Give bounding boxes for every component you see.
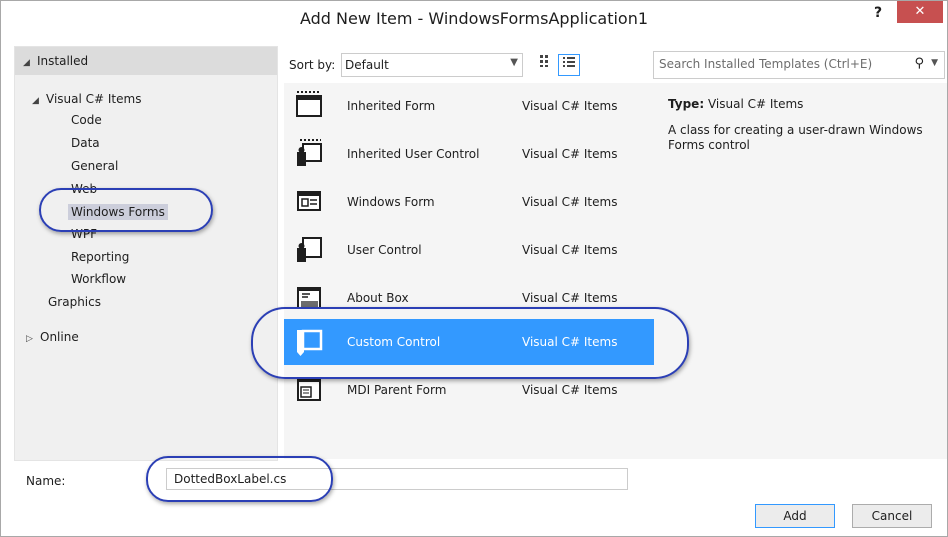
cancel-button[interactable]: Cancel [852,504,932,528]
installed-header[interactable]: ◢ Installed [15,47,277,75]
type-value: Visual C# Items [707,97,804,111]
tree-node-visual-csharp-items[interactable]: ◢ Visual C# Items [32,92,141,106]
search-options-chevron-icon[interactable]: ▼ [931,58,938,68]
template-category: Visual C# Items [522,291,618,305]
template-row-user-control[interactable]: User Control Visual C# Items [284,227,654,273]
template-name: Windows Form [347,195,435,209]
tree-node-workflow[interactable]: Workflow [71,272,126,286]
small-icons-view-icon[interactable] [536,54,556,74]
template-name: Inherited Form [347,99,436,113]
sort-value: Default [345,58,389,72]
close-button[interactable]: ✕ [897,1,943,23]
name-label: Name: [26,474,66,488]
dialog-title: Add New Item - WindowsFormsApplication1 [299,9,649,28]
sort-dropdown[interactable]: Default ▼ [341,53,523,77]
inherited-user-control-icon [297,139,322,166]
sort-toolbar: Sort by: Default ▼ [284,51,646,77]
callout-windows-forms [39,188,213,232]
template-name: User Control [347,243,422,257]
template-row-inherited-form[interactable]: Inherited Form Visual C# Items [284,83,654,129]
windows-form-icon [297,191,321,211]
template-list: Inherited Form Visual C# Items Inherited… [284,83,654,459]
add-new-item-dialog: Add New Item - WindowsFormsApplication1 … [0,0,948,537]
tree-node-reporting[interactable]: Reporting [71,250,129,264]
tree-node-online[interactable]: ▷ Online [26,330,79,344]
expand-arrow-icon[interactable]: ▷ [26,334,40,344]
help-button[interactable]: ? [874,5,882,21]
collapse-arrow-icon[interactable]: ◢ [32,96,46,106]
user-control-icon [297,237,322,262]
chevron-down-icon: ▼ [510,57,518,68]
tree-node-general[interactable]: General [71,159,118,173]
search-templates-box[interactable]: Search Installed Templates (Ctrl+E) ⚲ ▼ [653,51,945,79]
collapse-arrow-icon[interactable]: ◢ [23,58,37,68]
callout-name-field [146,456,333,502]
sort-label: Sort by: [289,58,336,72]
template-category: Visual C# Items [522,147,618,161]
template-row-windows-form[interactable]: Windows Form Visual C# Items [284,179,654,225]
list-view-icon[interactable] [558,54,580,76]
search-input[interactable]: Search Installed Templates (Ctrl+E) [659,57,872,71]
template-name: Inherited User Control [347,147,480,161]
tree-node-graphics[interactable]: Graphics [48,295,101,309]
template-tree-panel: ◢ Installed ◢ Visual C# Items Code Data Ge… [14,46,278,461]
inherited-form-icon [296,91,322,117]
callout-custom-control [251,307,689,379]
tree-node-data[interactable]: Data [71,136,100,150]
template-description: A class for creating a user-drawn Window… [668,123,923,152]
template-category: Visual C# Items [522,383,618,397]
type-line: Type: Visual C# Items [668,97,803,111]
search-icon[interactable]: ⚲ [914,56,924,71]
template-name: About Box [347,291,409,305]
tree-node-code[interactable]: Code [71,113,102,127]
template-details-panel: Type: Visual C# Items A class for creati… [654,83,947,459]
type-label: Type: [668,97,705,111]
template-name: MDI Parent Form [347,383,447,397]
template-category: Visual C# Items [522,99,618,113]
add-button[interactable]: Add [755,504,835,528]
installed-label: Installed [37,54,89,68]
template-category: Visual C# Items [522,243,618,257]
template-category: Visual C# Items [522,195,618,209]
template-row-inherited-user-control[interactable]: Inherited User Control Visual C# Items [284,131,654,177]
title-bar: Add New Item - WindowsFormsApplication1 … [1,1,947,37]
